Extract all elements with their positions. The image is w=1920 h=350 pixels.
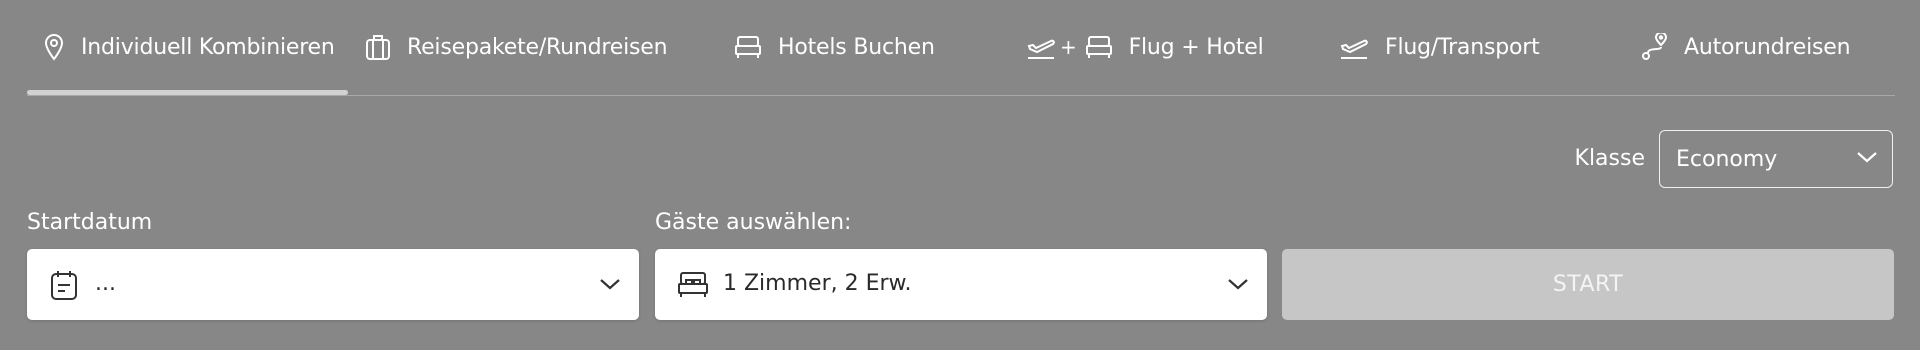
plane-takeoff-icon: [1339, 34, 1369, 60]
tab-label: Reisepakete/Rundreisen: [407, 34, 668, 60]
startdatum-value: ...: [95, 271, 116, 296]
search-widget: Individuell Kombinieren Reisepakete/Rund…: [0, 0, 1920, 350]
tab-autorundreisen[interactable]: Autorundreisen: [1640, 26, 1851, 68]
tab-hotels-buchen[interactable]: Hotels Buchen: [734, 26, 935, 68]
plus-sign: +: [1060, 35, 1077, 59]
bed-icon: [1085, 35, 1113, 59]
chevron-down-icon: [1227, 276, 1249, 295]
tab-label: Flug + Hotel: [1128, 34, 1264, 60]
plane-takeoff-icon: [1026, 34, 1056, 60]
tabs-divider: [27, 95, 1895, 96]
tab-flug-hotel[interactable]: + Flug + Hotel: [1026, 26, 1264, 68]
start-button[interactable]: START: [1282, 249, 1894, 320]
gaeste-label: Gäste auswählen:: [655, 210, 852, 235]
tab-label: Hotels Buchen: [778, 34, 935, 60]
active-tab-indicator: [27, 90, 348, 95]
tab-individuell-kombinieren[interactable]: Individuell Kombinieren: [43, 26, 335, 68]
chevron-down-icon: [1856, 149, 1878, 168]
klasse-label: Klasse: [1574, 146, 1645, 171]
calendar-icon: [49, 269, 79, 305]
tab-label: Individuell Kombinieren: [81, 34, 335, 60]
bed-icon: [677, 271, 709, 303]
startdatum-label: Startdatum: [27, 210, 153, 235]
tab-flug-transport[interactable]: Flug/Transport: [1339, 26, 1540, 68]
search-tabs: Individuell Kombinieren Reisepakete/Rund…: [27, 0, 1895, 96]
gaeste-field[interactable]: 1 Zimmer, 2 Erw.: [655, 249, 1267, 320]
start-button-label: START: [1552, 272, 1624, 297]
bed-icon: [734, 35, 762, 59]
tab-label: Autorundreisen: [1684, 34, 1851, 60]
klasse-select[interactable]: Economy: [1659, 130, 1893, 188]
gaeste-value: 1 Zimmer, 2 Erw.: [723, 271, 912, 296]
suitcase-icon: [365, 33, 391, 61]
startdatum-field[interactable]: ...: [27, 249, 639, 320]
tab-reisepakete-rundreisen[interactable]: Reisepakete/Rundreisen: [365, 26, 668, 68]
chevron-down-icon: [599, 276, 621, 295]
route-icon: [1640, 33, 1668, 61]
klasse-value: Economy: [1676, 146, 1778, 172]
tab-label: Flug/Transport: [1385, 34, 1540, 60]
location-pin-icon: [43, 33, 65, 61]
